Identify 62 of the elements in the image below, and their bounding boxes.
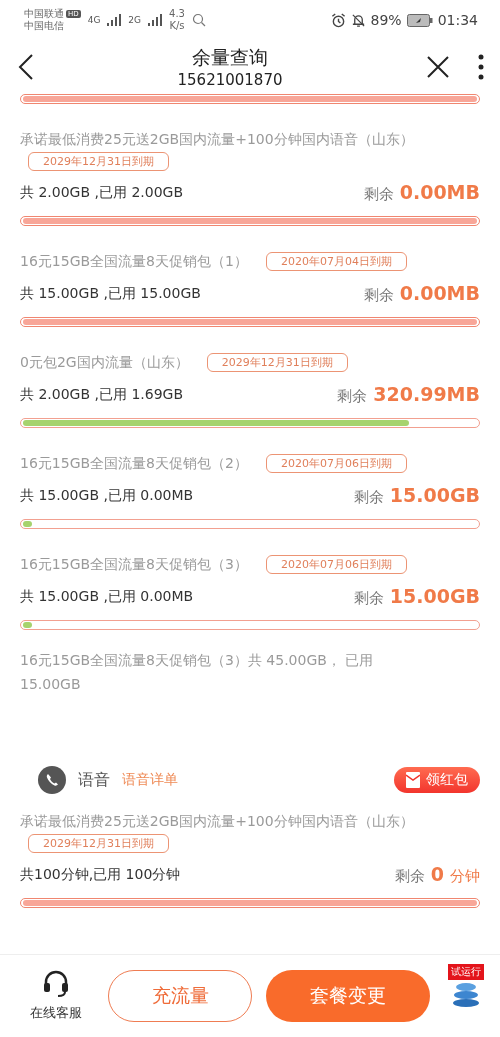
back-icon[interactable] xyxy=(18,53,34,81)
voice-label: 语音 xyxy=(78,769,110,791)
network-speed: 4.3 xyxy=(169,8,185,20)
remaining-label: 剩余 xyxy=(353,488,384,507)
change-plan-button[interactable]: 套餐变更 xyxy=(266,970,430,1022)
carrier-name: 中国电信 xyxy=(24,20,65,32)
package-title: 16元15GB全国流量8天促销包（1） xyxy=(20,252,248,271)
usage-text: 共 15.00GB ,已用 15.00GB xyxy=(20,284,201,303)
phone-number: 15621001870 xyxy=(177,71,283,89)
package-title: 承诺最低消费25元送2GB国内流量+100分钟国内语音（山东） xyxy=(20,812,414,831)
expiry-tag: 2020年07月06日到期 xyxy=(265,453,407,473)
search-icon xyxy=(191,13,206,27)
usage-text: 共 2.00GB ,已用 1.69GB xyxy=(20,385,184,404)
network-type: 4G xyxy=(87,15,101,25)
claim-gift-button[interactable]: 领红包 xyxy=(394,767,480,793)
remaining-label: 剩余 xyxy=(363,286,394,305)
service-label[interactable]: 在线客服 xyxy=(30,1004,82,1022)
signal-icon xyxy=(107,14,122,26)
remaining-value: 0 xyxy=(430,863,444,885)
envelope-icon xyxy=(406,772,420,788)
alarm-icon xyxy=(330,12,346,28)
usage-text: 共100分钟,已用 100分钟 xyxy=(20,865,181,884)
expiry-tag: 2020年07月04日到期 xyxy=(265,251,407,271)
bell-off-icon xyxy=(350,12,366,28)
expiry-tag: 2029年12月31日到期 xyxy=(28,152,169,171)
headset-icon[interactable] xyxy=(43,970,69,998)
package-title: 0元包2G国内流量（山东） xyxy=(20,353,189,372)
speed-unit: K/s xyxy=(169,20,185,32)
package-title: 承诺最低消费25元送2GB国内流量+100分钟国内语音（山东） xyxy=(20,130,414,149)
remaining-value: 15.00GB xyxy=(389,585,480,607)
summary-text: 16元15GB全国流量8天促销包（3）共 45.00GB， 已用 15.00GB xyxy=(20,651,375,694)
battery-percent: 89% xyxy=(370,12,402,28)
network-type: 2G xyxy=(128,15,142,25)
voice-detail-link[interactable]: 语音详单 xyxy=(122,771,178,789)
expiry-tag: 2029年12月31日到期 xyxy=(206,352,348,372)
remaining-label: 剩余 xyxy=(394,867,425,886)
signal-icon xyxy=(148,14,163,26)
remaining-unit: 分钟 xyxy=(450,867,480,886)
package-title: 16元15GB全国流量8天促销包（3） xyxy=(20,555,248,574)
stack-icon[interactable] xyxy=(451,982,481,1008)
recharge-button[interactable]: 充流量 xyxy=(108,970,252,1022)
clock: 01:34 xyxy=(437,12,478,28)
trial-badge: 试运行 xyxy=(448,964,484,980)
remaining-label: 剩余 xyxy=(337,387,368,406)
remaining-value: 320.99MB xyxy=(373,383,480,405)
remaining-value: 15.00GB xyxy=(389,484,480,506)
usage-text: 共 15.00GB ,已用 0.00MB xyxy=(20,587,194,606)
page-title: 余量查询 xyxy=(192,45,268,70)
expiry-tag: 2029年12月31日到期 xyxy=(28,834,169,853)
phone-icon xyxy=(38,766,66,794)
battery-icon xyxy=(406,13,433,27)
remaining-label: 剩余 xyxy=(363,185,394,204)
usage-text: 共 15.00GB ,已用 0.00MB xyxy=(20,486,194,505)
remaining-value: 0.00MB xyxy=(399,181,480,203)
carrier-name: 中国联通 xyxy=(24,8,64,20)
close-icon[interactable] xyxy=(426,55,450,79)
remaining-label: 剩余 xyxy=(353,589,384,608)
remaining-value: 0.00MB xyxy=(399,282,480,304)
more-icon[interactable] xyxy=(478,54,484,80)
expiry-tag: 2020年07月06日到期 xyxy=(265,554,407,574)
usage-text: 共 2.00GB ,已用 2.00GB xyxy=(20,183,184,202)
package-title: 16元15GB全国流量8天促销包（2） xyxy=(20,454,248,473)
